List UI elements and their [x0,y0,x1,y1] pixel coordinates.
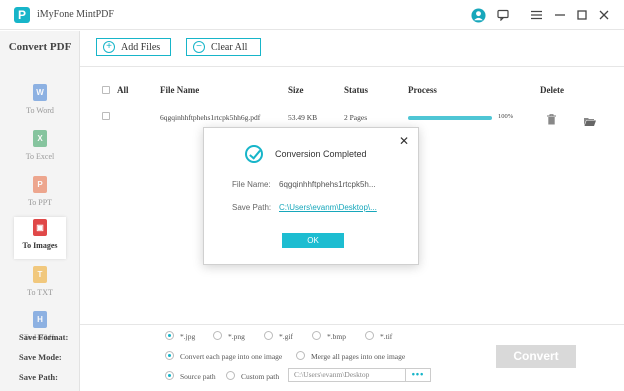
sidebar-item-label: To Word [26,106,54,115]
sidebar-title: Convert PDF [8,41,72,53]
select-all-checkbox[interactable] [102,86,110,94]
minimize-icon[interactable] [551,6,569,24]
sidebar-item-to-txt[interactable]: T To TXT [15,264,65,306]
sidebar-item-label: To Excel [25,152,55,161]
save-path-label: Save Path: [19,372,58,382]
path-option-label: Source path [180,372,216,381]
images-icon: ▣ [33,219,47,236]
column-header-file-name: File Name [160,85,200,95]
html-icon: H [33,311,47,328]
column-header-all: All [117,85,129,95]
sidebar-item-to-html[interactable]: H To HTML [15,309,65,351]
clear-all-label: Clear All [211,41,248,53]
conversion-completed-dialog: ✕ Conversion Completed File Name: 6qgqin… [203,127,419,265]
sidebar-item-label: To Images [22,241,58,250]
format-option-label: *.gif [279,332,293,341]
divider [80,66,624,67]
feedback-icon[interactable] [494,6,512,24]
sidebar-item-label: To TXT [27,288,53,297]
column-header-size: Size [288,85,304,95]
path-option-label: Custom path [241,372,280,381]
format-option-label: *.tif [380,332,393,341]
file-name-cell: 6qgqinhhftphehs1rtcpk5hh6g.pdf [160,113,261,122]
column-header-status: Status [344,85,369,95]
save-format-label: Save Format: [19,332,69,342]
dialog-save-path-link[interactable]: C:\Users\evanm\Desktop\... [279,203,377,212]
format-option-label: *.png [228,332,245,341]
save-mode-label: Save Mode: [19,352,62,362]
mode-radio-merge[interactable] [296,351,305,360]
row-checkbox[interactable] [102,112,110,120]
dialog-close-icon[interactable]: ✕ [399,134,409,148]
progress-bar [408,116,492,120]
dialog-save-path-label: Save Path: [232,203,272,212]
path-radio-custom[interactable] [226,371,235,380]
add-icon: + [103,41,115,53]
progress-fill [408,116,492,120]
format-radio-tif[interactable] [365,331,374,340]
format-radio-gif[interactable] [264,331,273,340]
progress-percent: 100% [498,113,514,120]
open-folder-icon[interactable] [584,113,596,131]
sidebar-item-to-ppt[interactable]: P To PPT [15,174,65,216]
browse-button[interactable]: ••• [405,368,431,382]
format-option-label: *.jpg [180,332,196,341]
sidebar-item-to-excel[interactable]: X To Excel [15,128,65,170]
sidebar-item-to-images[interactable]: ▣ To Images [14,217,66,259]
ok-button[interactable]: OK [282,233,344,248]
ppt-icon: P [33,176,47,193]
dialog-file-name-label: File Name: [232,180,271,189]
success-check-icon [245,145,263,163]
clear-all-button[interactable]: − Clear All [186,38,261,56]
sidebar-item-to-word[interactable]: W To Word [15,82,65,124]
format-radio-bmp[interactable] [312,331,321,340]
txt-icon: T [33,266,47,283]
path-radio-source[interactable] [165,371,174,380]
format-radio-png[interactable] [213,331,222,340]
app-logo-icon: P [14,7,30,23]
mode-radio-each-page[interactable] [165,351,174,360]
format-radio-jpg[interactable] [165,331,174,340]
maximize-icon[interactable] [573,6,591,24]
add-files-label: Add Files [121,41,161,53]
size-cell: 53.49 KB [288,113,318,122]
dialog-title: Conversion Completed [275,149,367,159]
word-icon: W [33,84,47,101]
dialog-file-name-value: 6qgqinhhftphehs1rtcpk5h... [279,180,376,189]
app-title: iMyFone MintPDF [37,9,114,20]
trash-icon[interactable] [547,112,556,130]
title-bar: P iMyFone MintPDF [0,0,624,30]
custom-path-input[interactable]: C:\Users\evanm\Desktop [288,368,412,382]
clear-icon: − [193,41,205,53]
format-option-label: *.bmp [327,332,346,341]
close-icon[interactable] [595,6,613,24]
status-cell: 2 Pages [344,113,368,122]
account-icon[interactable] [469,6,487,24]
mode-option-label: Merge all pages into one image [311,352,406,361]
column-header-delete: Delete [540,85,564,95]
sidebar-item-label: To PPT [27,198,53,207]
excel-icon: X [33,130,47,147]
add-files-button[interactable]: + Add Files [96,38,171,56]
menu-icon[interactable] [527,6,545,24]
column-header-process: Process [408,85,437,95]
convert-button[interactable]: Convert [496,345,576,368]
mode-option-label: Convert each page into one image [180,352,283,361]
